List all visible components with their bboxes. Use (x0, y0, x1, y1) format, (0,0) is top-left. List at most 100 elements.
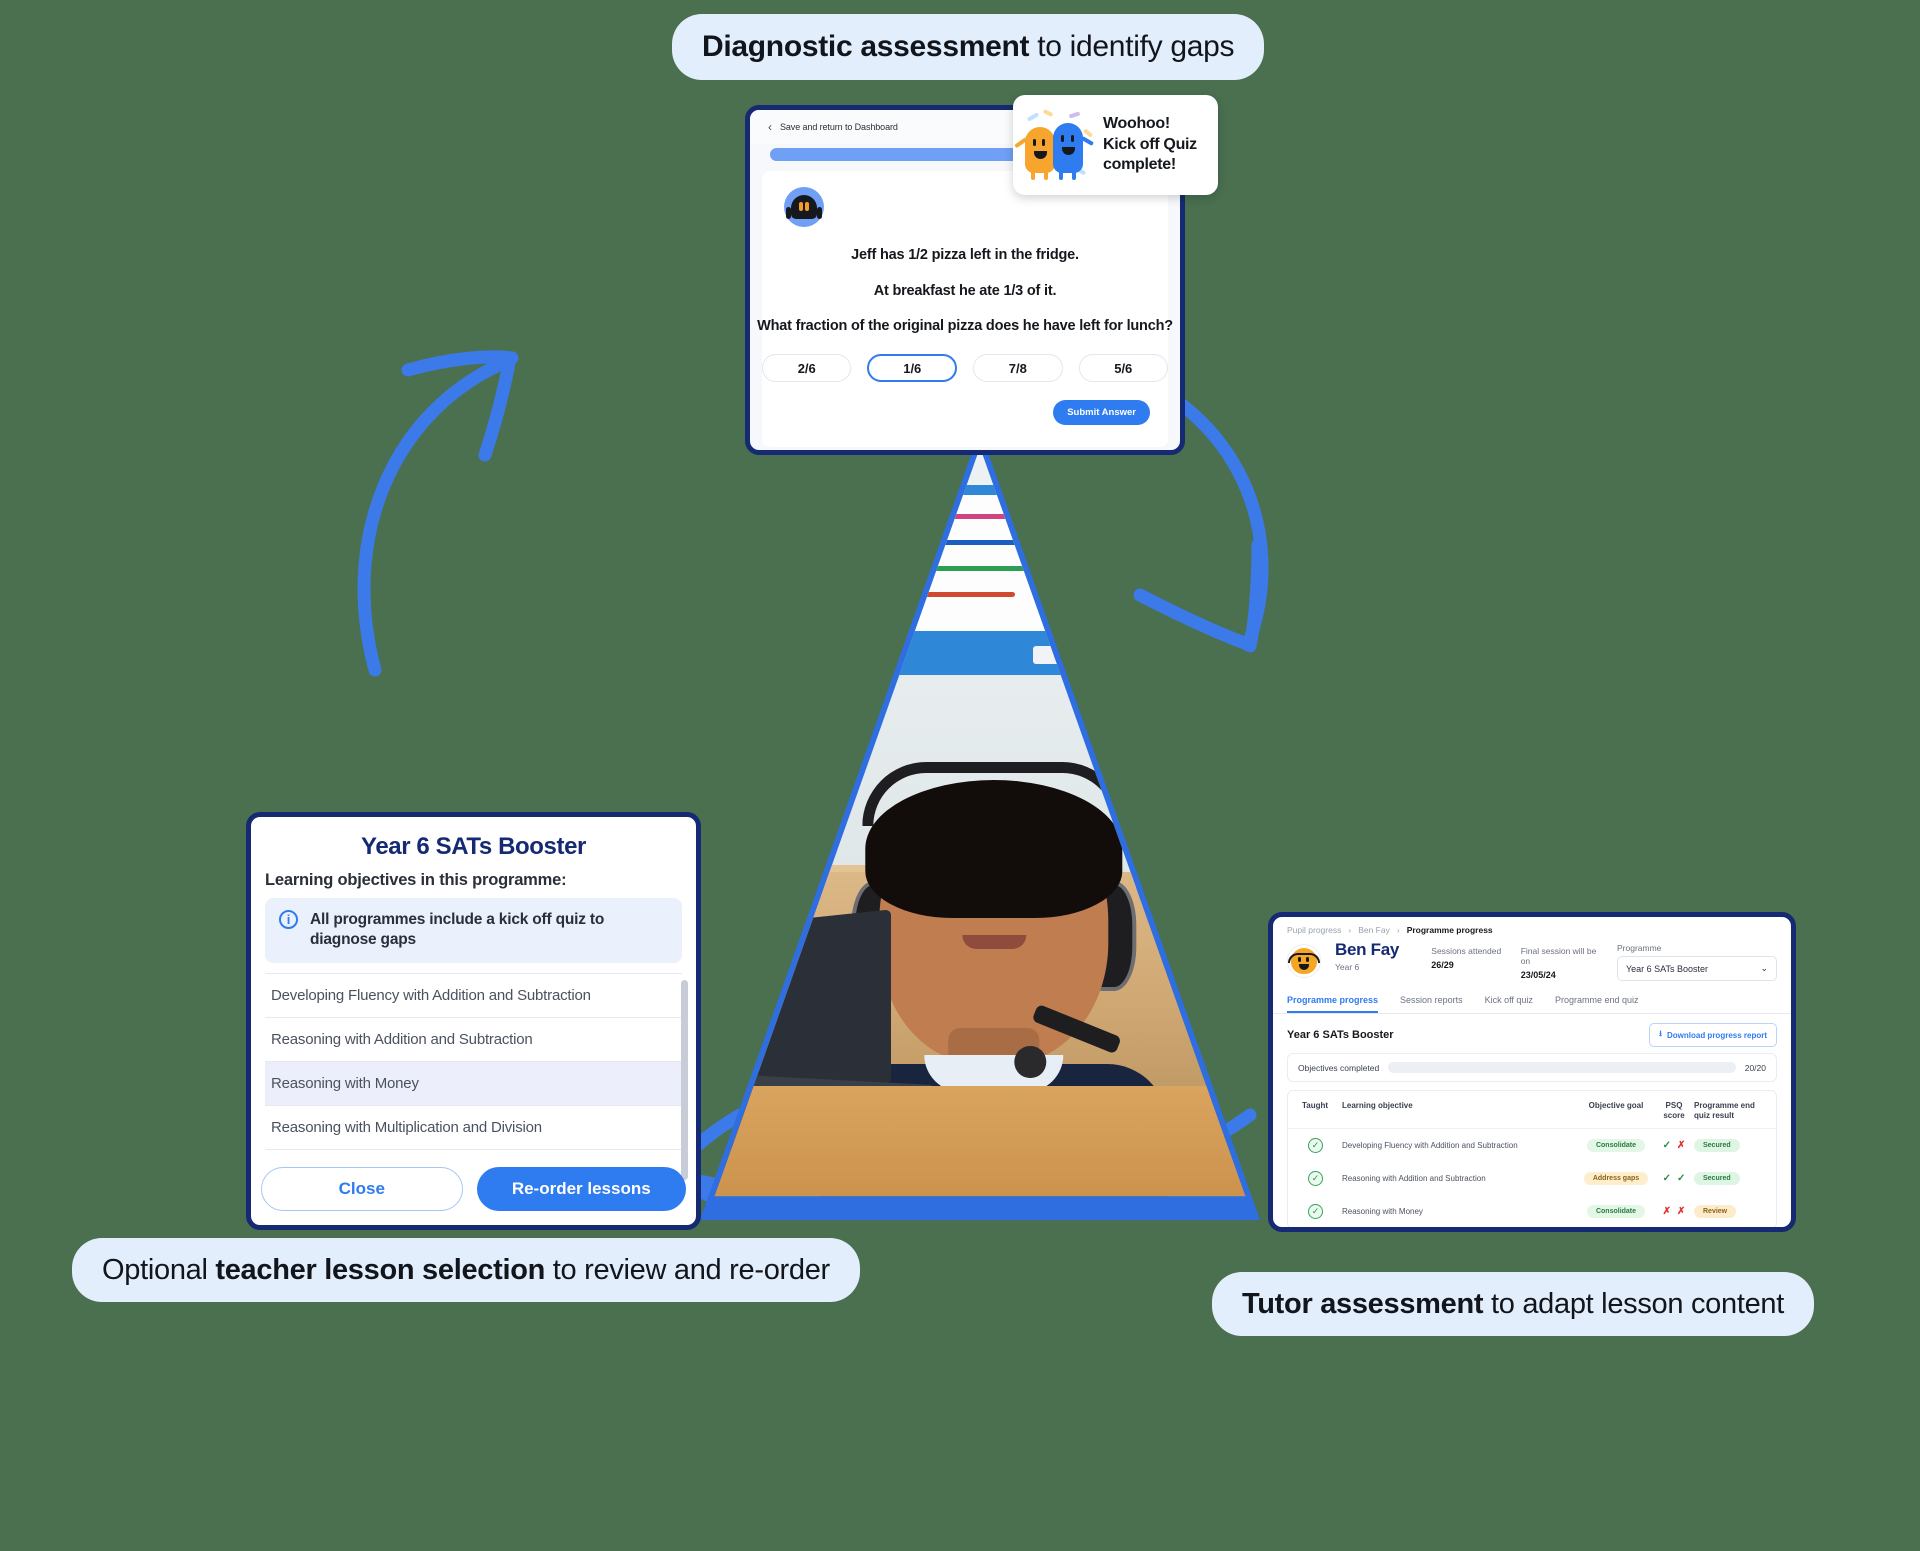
info-banner-text: All programmes include a kick off quiz t… (310, 911, 605, 949)
header-psq-score: PSQ score (1663, 1101, 1685, 1120)
lesson-selection-modal: Year 6 SATs Booster Learning objectives … (246, 812, 701, 1230)
table-row: ✓ Developing Fluency with Addition and S… (1288, 1129, 1776, 1162)
psq-cross-icon: ✗ (1677, 1206, 1686, 1217)
row-result-chip: Review (1694, 1205, 1737, 1218)
programme-select-value: Year 6 SATs Booster (1625, 963, 1709, 974)
header-programme-end-quiz-result: Programme end quiz result (1694, 1101, 1755, 1120)
caption-right-bold: Tutor assessment (1242, 1288, 1484, 1320)
question-line-1: Jeff has 1/2 pizza left in the fridge. (851, 247, 1079, 263)
cycle-diagram: ‹ Save and return to Dashboard Jeff has … (0, 0, 1920, 1551)
modal-subtitle: Learning objectives in this programme: (265, 871, 567, 889)
tab-kick-off-quiz[interactable]: Kick off quiz (1485, 995, 1533, 1013)
tab-session-reports[interactable]: Session reports (1400, 995, 1463, 1013)
robot-icon (784, 187, 824, 227)
answer-option-4[interactable]: 5/6 (1078, 354, 1168, 382)
chevron-left-icon: ‹ (768, 120, 772, 134)
download-progress-report-button[interactable]: ⭳ Download progress report (1649, 1023, 1777, 1047)
submit-answer-button[interactable]: Submit Answer (1053, 400, 1150, 425)
objectives-table: Taught Learning objective Objective goal… (1287, 1090, 1777, 1227)
programme-title: Year 6 SATs Booster (1287, 1029, 1394, 1041)
info-banner: i All programmes include a kick off quiz… (265, 898, 682, 963)
caption-left-rest: to review and re-order (545, 1254, 830, 1286)
objectives-completed-count: 20/20 (1744, 1062, 1766, 1073)
objectives-progress-bar (1388, 1062, 1736, 1073)
table-row: ✓ Reasoning with Money Consolidate ✗ ✗ Re… (1288, 1195, 1776, 1227)
save-and-return-link[interactable]: Save and return to Dashboard (780, 122, 898, 132)
learning-objectives-list: Developing Fluency with Addition and Sub… (265, 972, 688, 1180)
breadcrumb-item-2[interactable]: Ben Fay (1358, 925, 1390, 935)
pupil-avatar-icon (1287, 944, 1321, 978)
psq-cross-icon: ✗ (1662, 1206, 1671, 1217)
breadcrumb-separator: › (1396, 925, 1400, 935)
caption-teacher-lesson-selection: Optional teacher lesson selection to rev… (72, 1238, 860, 1303)
check-circle-icon: ✓ (1308, 1204, 1323, 1219)
caption-top-rest: to identify gaps (1029, 30, 1235, 63)
answer-option-1[interactable]: 2/6 (762, 354, 852, 382)
row-goal-chip: Consolidate (1586, 1205, 1646, 1218)
tab-programme-end-quiz[interactable]: Programme end quiz (1555, 995, 1639, 1013)
chevron-down-icon: ⌄ (1760, 963, 1768, 973)
row-objective: Reasoning with Addition and Subtraction (1342, 1174, 1486, 1183)
sessions-attended-label: Sessions attended (1431, 946, 1502, 956)
close-button[interactable]: Close (261, 1167, 463, 1211)
check-circle-icon: ✓ (1308, 1138, 1323, 1153)
programme-subheader: Year 6 SATs Booster ⭳ Download progress … (1273, 1014, 1791, 1053)
pupil-header: Ben Fay Year 6 Sessions attended 26/29 F… (1273, 939, 1791, 981)
arrow-left-up-icon (357, 350, 519, 677)
list-item[interactable]: Reasoning with Addition and Subtraction (265, 1018, 682, 1062)
row-result-chip: Secured (1694, 1139, 1740, 1152)
caption-top-bold: Diagnostic assessment (702, 30, 1030, 63)
programme-select[interactable]: Year 6 SATs Booster ⌄ (1616, 956, 1777, 981)
quiz-question-panel: Jeff has 1/2 pizza left in the fridge. A… (757, 171, 1173, 447)
caption-left-bold: teacher lesson selection (215, 1254, 546, 1286)
breadcrumb-separator: › (1348, 925, 1352, 935)
row-goal-chip: Consolidate (1586, 1139, 1646, 1152)
caption-left-pre: Optional (102, 1254, 216, 1286)
question-line-3: What fraction of the original pizza does… (757, 318, 1173, 334)
sessions-attended-value: 26/29 (1431, 960, 1454, 970)
row-result-chip: Secured (1694, 1172, 1740, 1185)
info-icon: i (279, 910, 298, 929)
psq-tick-icon: ✓ (1677, 1173, 1686, 1184)
programme-select-label: Programme (1616, 943, 1662, 953)
breadcrumb-item-1[interactable]: Pupil progress (1287, 925, 1341, 935)
re-order-lessons-button[interactable]: Re-order lessons (476, 1167, 686, 1211)
psq-cross-icon: ✗ (1677, 1140, 1686, 1151)
caption-tutor-assessment: Tutor assessment to adapt lesson content (1212, 1272, 1814, 1337)
check-circle-icon: ✓ (1308, 1171, 1323, 1186)
programme-progress-dashboard: Pupil progress › Ben Fay › Programme pro… (1268, 912, 1796, 1232)
header-learning-objective: Learning objective (1342, 1101, 1413, 1110)
header-objective-goal: Objective goal (1588, 1101, 1644, 1110)
pupil-photo (700, 430, 1260, 1220)
toast-line-2: Kick off Quiz (1103, 135, 1197, 153)
row-goal-chip: Address gaps (1583, 1172, 1649, 1185)
breadcrumb: Pupil progress › Ben Fay › Programme pro… (1273, 917, 1791, 939)
quiz-complete-toast: Woohoo! Kick off Quiz complete! (1013, 95, 1218, 195)
pupil-year: Year 6 (1335, 961, 1360, 972)
list-scrollbar[interactable] (681, 979, 688, 1180)
answer-options: 2/6 1/6 7/8 5/6 (762, 354, 1168, 382)
objectives-completed-row: Objectives completed 20/20 (1287, 1053, 1777, 1082)
list-item[interactable]: Developing Fluency with Addition and Sub… (265, 974, 682, 1018)
tab-programme-progress[interactable]: Programme progress (1287, 995, 1379, 1013)
modal-actions: Close Re-order lessons (261, 1167, 686, 1211)
list-item[interactable]: Reasoning with Money (265, 1061, 682, 1106)
download-icon: ⭳ (1659, 1029, 1662, 1038)
answer-option-3[interactable]: 7/8 (973, 354, 1063, 382)
question-line-2: At breakfast he ate 1/3 of it. (873, 283, 1057, 299)
list-item[interactable]: Reasoning with Multiplication and Divisi… (265, 1106, 682, 1150)
breadcrumb-item-3: Programme progress (1406, 925, 1493, 935)
row-objective: Reasoning with Money (1342, 1207, 1423, 1216)
final-session-label: Final session will be on (1520, 946, 1597, 966)
caption-diagnostic-assessment: Diagnostic assessment to identify gaps (672, 14, 1265, 80)
psq-tick-icon: ✓ (1662, 1140, 1671, 1151)
header-taught: Taught (1302, 1101, 1329, 1110)
pupil-name: Ben Fay (1335, 940, 1400, 959)
answer-option-2[interactable]: 1/6 (867, 354, 958, 382)
objectives-completed-label: Objectives completed (1298, 1062, 1380, 1073)
caption-right-rest: to adapt lesson content (1483, 1288, 1784, 1320)
modal-title: Year 6 SATs Booster (361, 833, 586, 860)
table-header-row: Taught Learning objective Objective goal… (1288, 1091, 1776, 1129)
toast-text: Woohoo! Kick off Quiz complete! (1103, 114, 1197, 176)
final-session-value: 23/05/24 (1520, 970, 1556, 980)
